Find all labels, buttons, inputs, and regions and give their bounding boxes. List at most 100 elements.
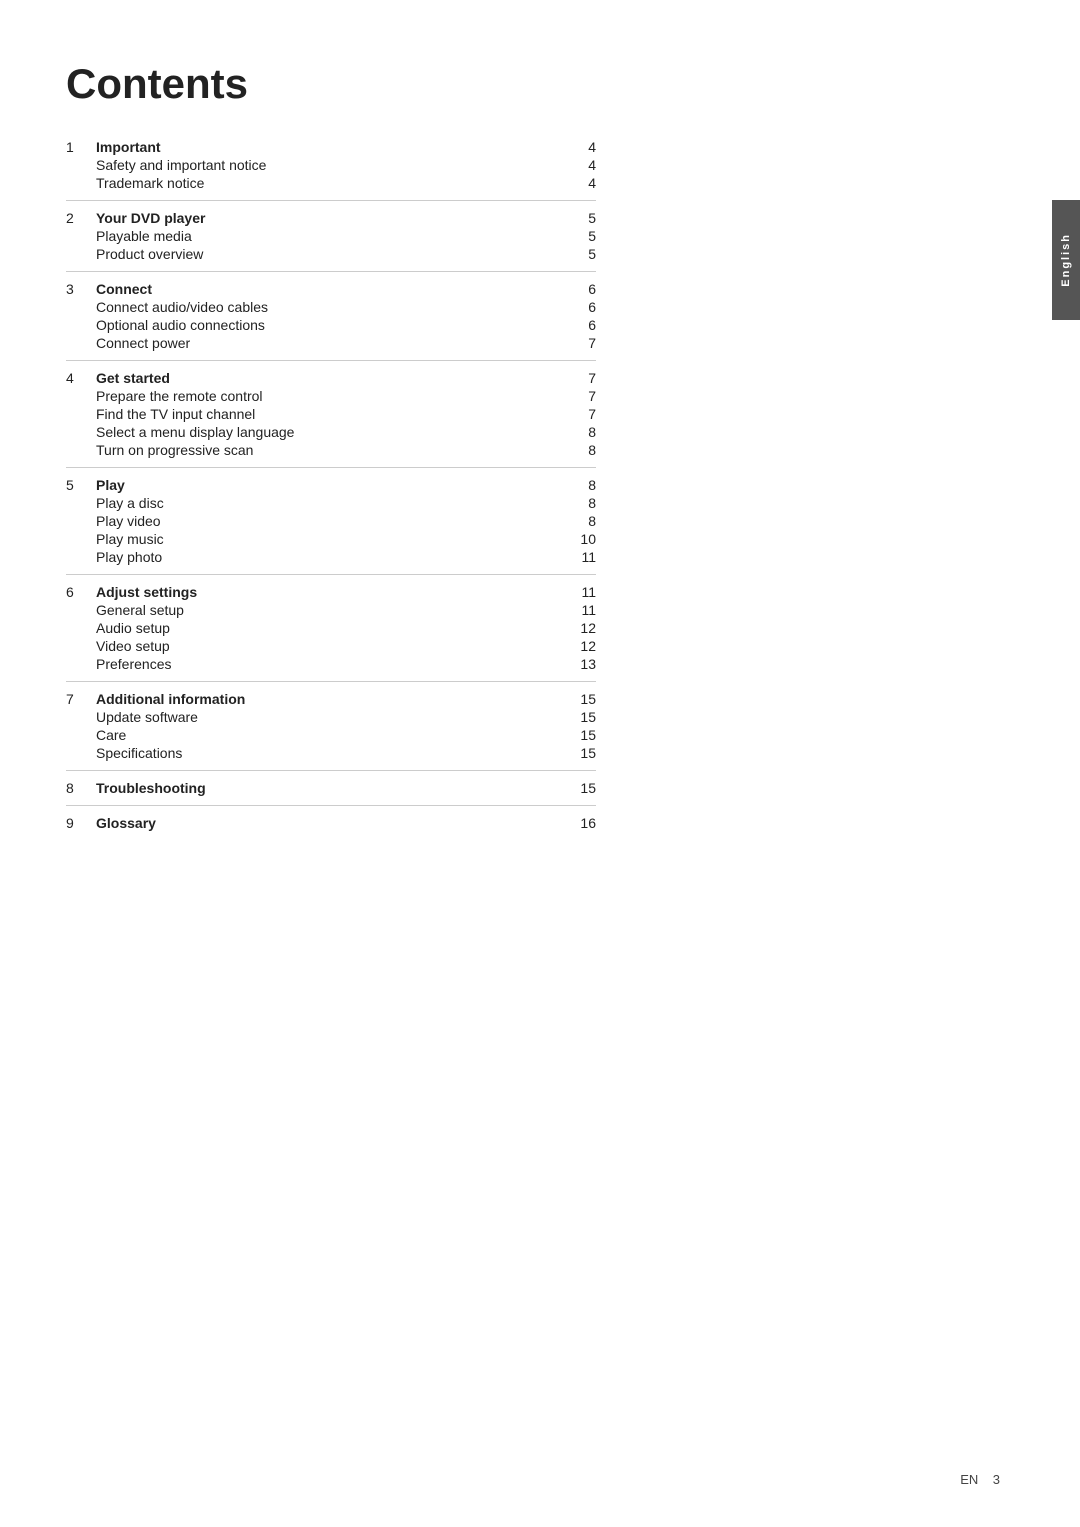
toc-number-7: 7 — [66, 691, 96, 707]
toc-sub-page-7-0: 15 — [576, 709, 596, 725]
toc-sub-page-3-0: 6 — [576, 299, 596, 315]
toc-section-3: 3Connect6Connect audio/video cables6Opti… — [66, 271, 596, 352]
toc-sub-row-6-3: Preferences13 — [66, 655, 596, 673]
toc-sub-label-3-2: Connect power — [96, 335, 576, 351]
toc-sub-label-3-1: Optional audio connections — [96, 317, 576, 333]
toc-sub-row-6-2: Video setup12 — [66, 637, 596, 655]
toc-section-5: 5Play8Play a disc8Play video8Play music1… — [66, 467, 596, 566]
toc-main-row-2: 2Your DVD player5 — [66, 209, 596, 227]
toc-title-8: Troubleshooting — [96, 780, 576, 796]
section-divider-8 — [66, 770, 596, 771]
toc-number-3: 3 — [66, 281, 96, 297]
toc-sub-label-5-2: Play music — [96, 531, 576, 547]
toc-sub-row-6-0: General setup11 — [66, 601, 596, 619]
toc-sub-row-2-1: Product overview5 — [66, 245, 596, 263]
toc-main-row-3: 3Connect6 — [66, 280, 596, 298]
footer: EN 3 — [960, 1472, 1000, 1487]
section-divider-7 — [66, 681, 596, 682]
toc-sub-label-7-2: Specifications — [96, 745, 576, 761]
toc-sub-page-7-2: 15 — [576, 745, 596, 761]
toc-page-3: 6 — [576, 281, 596, 297]
toc-sub-row-3-0: Connect audio/video cables6 — [66, 298, 596, 316]
toc-sub-page-4-3: 8 — [576, 442, 596, 458]
toc-section-4: 4Get started7Prepare the remote control7… — [66, 360, 596, 459]
section-divider-3 — [66, 271, 596, 272]
toc-page-7: 15 — [576, 691, 596, 707]
toc-sub-page-5-2: 10 — [576, 531, 596, 547]
toc-page-9: 16 — [576, 815, 596, 831]
toc-main-row-8: 8Troubleshooting15 — [66, 779, 596, 797]
toc-sub-label-6-3: Preferences — [96, 656, 576, 672]
toc-title-3: Connect — [96, 281, 576, 297]
toc-sub-page-1-1: 4 — [576, 175, 596, 191]
toc-sub-label-6-0: General setup — [96, 602, 576, 618]
toc-sub-label-1-0: Safety and important notice — [96, 157, 576, 173]
toc-title-5: Play — [96, 477, 576, 493]
toc-title-6: Adjust settings — [96, 584, 576, 600]
toc-main-row-6: 6Adjust settings11 — [66, 583, 596, 601]
toc-title-4: Get started — [96, 370, 576, 386]
toc-page-5: 8 — [576, 477, 596, 493]
toc-sub-row-1-0: Safety and important notice4 — [66, 156, 596, 174]
toc-title-9: Glossary — [96, 815, 576, 831]
toc-sub-row-6-1: Audio setup12 — [66, 619, 596, 637]
toc-main-row-1: 1Important4 — [66, 138, 596, 156]
toc-sub-label-4-0: Prepare the remote control — [96, 388, 576, 404]
toc-section-7: 7Additional information15Update software… — [66, 681, 596, 762]
toc-section: 1Important4Safety and important notice4T… — [66, 138, 596, 832]
toc-number-8: 8 — [66, 780, 96, 796]
toc-sub-row-7-0: Update software15 — [66, 708, 596, 726]
toc-sub-row-5-0: Play a disc8 — [66, 494, 596, 512]
section-divider-6 — [66, 574, 596, 575]
sidebar-language: English — [1060, 233, 1072, 287]
toc-title-2: Your DVD player — [96, 210, 576, 226]
toc-number-5: 5 — [66, 477, 96, 493]
toc-number-4: 4 — [66, 370, 96, 386]
page-container: English Contents 1Important4Safety and i… — [0, 0, 1080, 1527]
toc-sub-page-6-1: 12 — [576, 620, 596, 636]
toc-sub-row-5-1: Play video8 — [66, 512, 596, 530]
toc-section-6: 6Adjust settings11General setup11Audio s… — [66, 574, 596, 673]
toc-sub-row-1-1: Trademark notice4 — [66, 174, 596, 192]
sidebar-tab: English — [1052, 200, 1080, 320]
section-divider-4 — [66, 360, 596, 361]
toc-main-row-5: 5Play8 — [66, 476, 596, 494]
toc-sub-row-7-1: Care15 — [66, 726, 596, 744]
toc-sub-label-6-1: Audio setup — [96, 620, 576, 636]
toc-sub-label-4-3: Turn on progressive scan — [96, 442, 576, 458]
toc-main-row-4: 4Get started7 — [66, 369, 596, 387]
toc-sub-label-2-0: Playable media — [96, 228, 576, 244]
toc-sub-label-7-0: Update software — [96, 709, 576, 725]
toc-sub-page-6-3: 13 — [576, 656, 596, 672]
toc-sub-label-6-2: Video setup — [96, 638, 576, 654]
toc-page-6: 11 — [576, 584, 596, 600]
toc-sub-page-2-0: 5 — [576, 228, 596, 244]
toc-sub-label-4-2: Select a menu display language — [96, 424, 576, 440]
toc-sub-page-6-2: 12 — [576, 638, 596, 654]
page-title: Contents — [66, 60, 596, 108]
toc-page-8: 15 — [576, 780, 596, 796]
toc-sub-page-1-0: 4 — [576, 157, 596, 173]
toc-main-row-7: 7Additional information15 — [66, 690, 596, 708]
toc-sub-label-4-1: Find the TV input channel — [96, 406, 576, 422]
toc-sub-row-4-3: Turn on progressive scan8 — [66, 441, 596, 459]
toc-title-1: Important — [96, 139, 576, 155]
toc-sub-page-6-0: 11 — [576, 602, 596, 618]
toc-sub-row-4-1: Find the TV input channel7 — [66, 405, 596, 423]
toc-sub-label-1-1: Trademark notice — [96, 175, 576, 191]
toc-sub-page-5-1: 8 — [576, 513, 596, 529]
toc-sub-label-7-1: Care — [96, 727, 576, 743]
toc-sub-row-4-0: Prepare the remote control7 — [66, 387, 596, 405]
toc-sub-row-7-2: Specifications15 — [66, 744, 596, 762]
toc-sub-page-4-2: 8 — [576, 424, 596, 440]
toc-sub-row-4-2: Select a menu display language8 — [66, 423, 596, 441]
toc-sub-page-2-1: 5 — [576, 246, 596, 262]
section-divider-9 — [66, 805, 596, 806]
toc-section-2: 2Your DVD player5Playable media5Product … — [66, 200, 596, 263]
toc-sub-page-4-1: 7 — [576, 406, 596, 422]
content-area: Contents 1Important4Safety and important… — [66, 60, 596, 832]
toc-sub-row-3-2: Connect power7 — [66, 334, 596, 352]
toc-number-9: 9 — [66, 815, 96, 831]
toc-section-8: 8Troubleshooting15 — [66, 770, 596, 797]
toc-sub-label-3-0: Connect audio/video cables — [96, 299, 576, 315]
